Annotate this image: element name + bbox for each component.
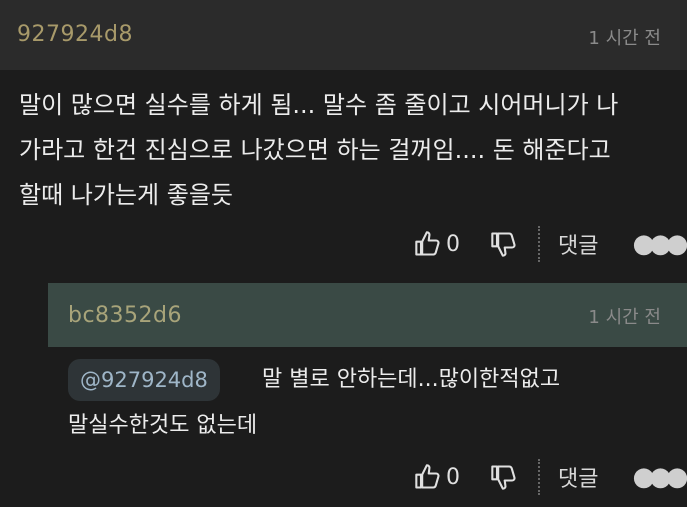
comment-body: 말이 많으면 실수를 하게 됨... 말수 좀 줄이고 시어머니가 나 가라고 … <box>19 91 619 209</box>
comment-header: 927924d8 1 시간 전 <box>0 0 687 70</box>
thumbs-down-icon <box>491 232 516 257</box>
thumbs-up-icon <box>415 464 440 489</box>
reply-timestamp: 1 시간 전 <box>588 307 661 328</box>
reply-reply-button[interactable]: 댓글 <box>558 461 598 493</box>
comment-actions: 0 댓글 ●●● <box>414 226 687 262</box>
like-button[interactable]: 0 <box>414 230 460 258</box>
mention-tag[interactable]: @927924d8 <box>68 359 220 401</box>
reply-like-button[interactable]: 0 <box>414 463 460 491</box>
like-count: 0 <box>446 231 460 257</box>
reply-like-count: 0 <box>446 464 460 490</box>
more-dots-icon[interactable]: ●●● <box>632 229 687 259</box>
reply-action-divider <box>538 459 540 495</box>
reply-body-line1: 말 별로 안하는데...많이한적없고 <box>262 367 561 392</box>
reply-body-line2: 말실수한것도 없는데 <box>68 413 258 438</box>
more-dots-icon[interactable]: ●●● <box>632 462 687 492</box>
reply-author[interactable]: bc8352d6 <box>68 303 182 328</box>
reply-dislike-button[interactable] <box>490 463 518 491</box>
thumbs-down-icon <box>491 465 516 490</box>
dislike-button[interactable] <box>490 230 518 258</box>
reply-button[interactable]: 댓글 <box>558 228 598 260</box>
action-divider <box>538 226 540 262</box>
comment-timestamp: 1 시간 전 <box>588 28 661 49</box>
reply-header: bc8352d6 1 시간 전 <box>48 283 687 347</box>
reply-actions: 0 댓글 ●●● <box>414 459 687 495</box>
thumbs-up-icon <box>415 231 440 256</box>
comment-author[interactable]: 927924d8 <box>17 22 133 47</box>
